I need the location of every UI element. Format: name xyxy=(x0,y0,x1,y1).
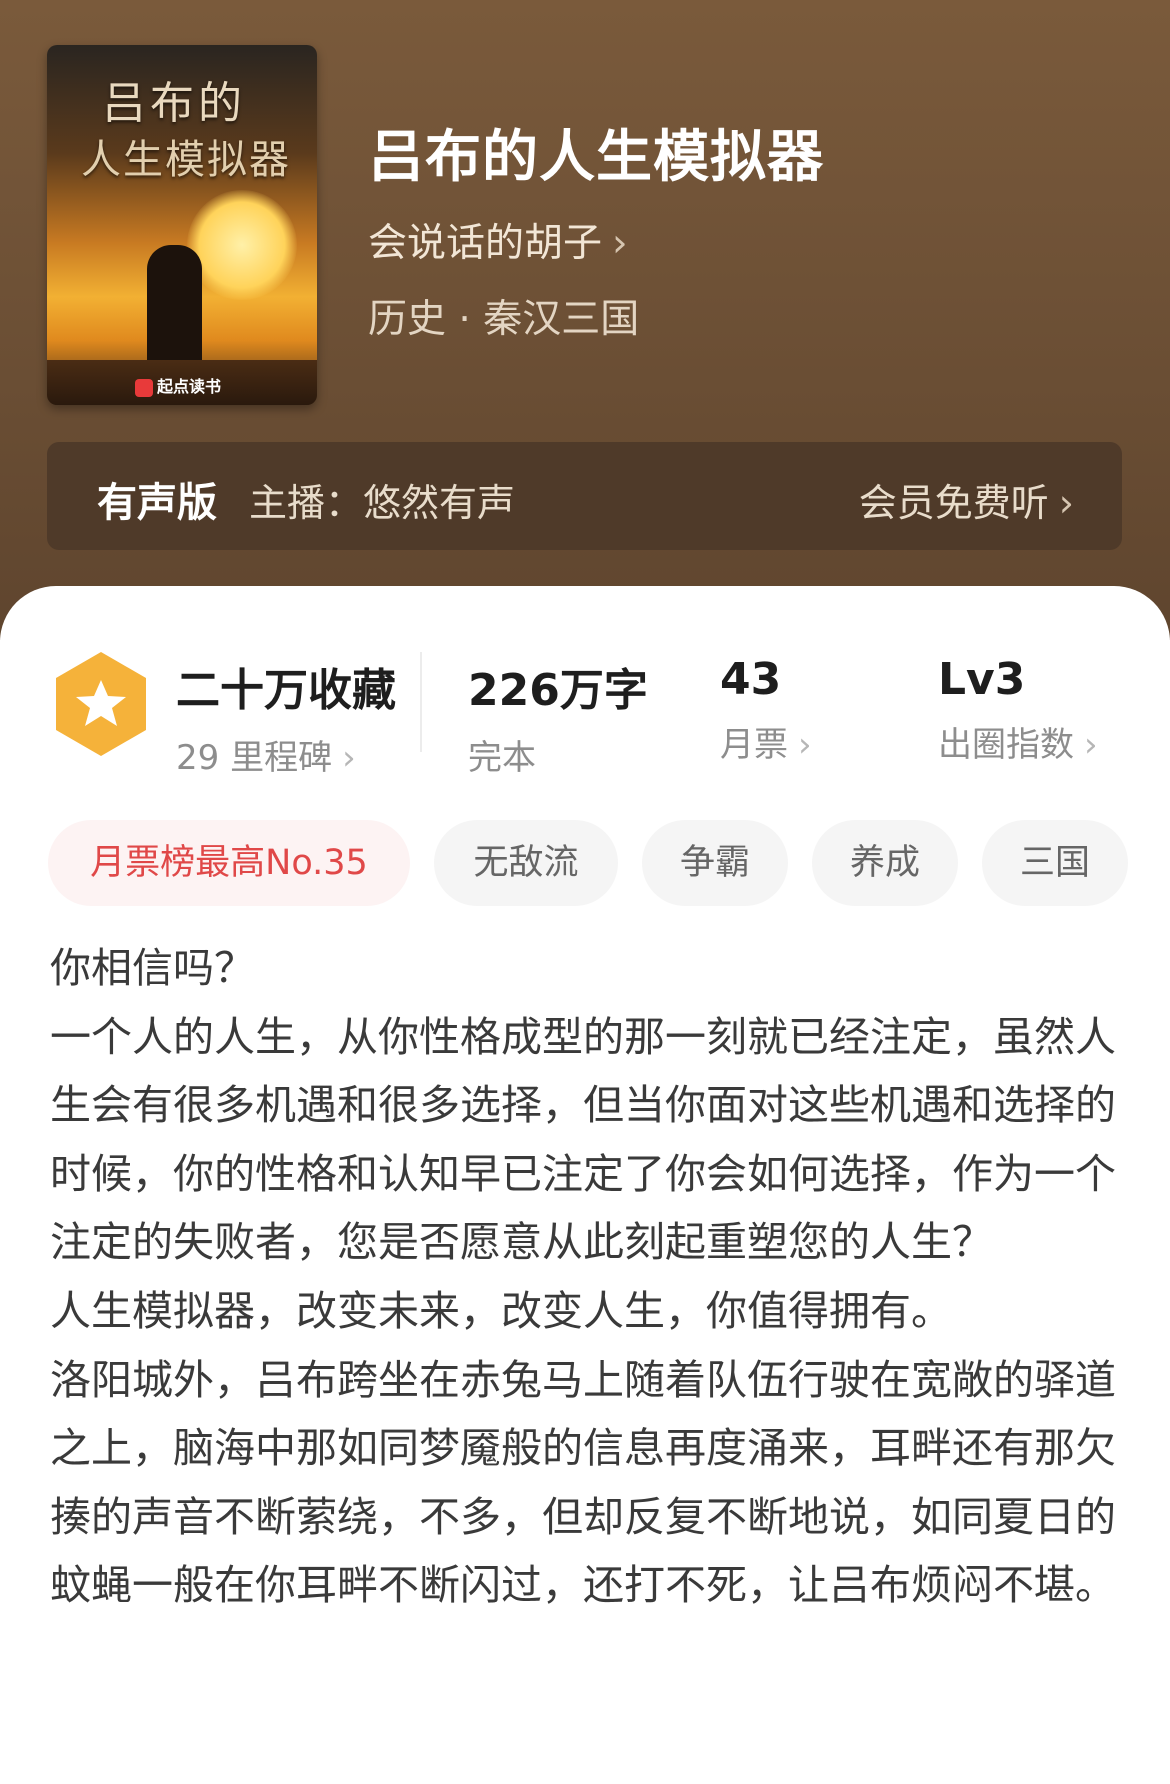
book-header: 吕布的 人生模拟器 起点读书 吕布的人生模拟器 会说话的胡子 › 历史 · 秦汉三… xyxy=(0,0,1170,640)
word-count-stat: 226万字 完本 xyxy=(468,654,648,779)
chevron-right-icon: › xyxy=(1084,725,1098,765)
star-medal-icon xyxy=(56,652,146,756)
tag-nurture[interactable]: 养成 xyxy=(812,820,958,906)
audio-version-label: 有声版 xyxy=(97,480,217,526)
chevron-right-icon: › xyxy=(342,738,356,778)
audio-version-bar[interactable]: 有声版 主播：悠然有声 会员免费听 › xyxy=(47,442,1122,550)
cover-publisher-badge: 起点读书 xyxy=(135,373,221,397)
author-link[interactable]: 会说话的胡子 › xyxy=(368,212,628,268)
member-free-listen-button[interactable]: 会员免费听 › xyxy=(859,472,1074,527)
description-paragraph: 你相信吗？ xyxy=(50,944,255,992)
popularity-index-stat[interactable]: Lv3 出圈指数 › xyxy=(938,654,1098,766)
cover-figure xyxy=(147,245,202,375)
chevron-right-icon: › xyxy=(1058,481,1074,525)
chevron-right-icon: › xyxy=(798,725,812,765)
book-description[interactable]: 你相信吗？ 一个人的人生，从你性格成型的那一刻就已经注定，虽然人生会有很多机遇和… xyxy=(50,934,1120,1620)
tag-three-kingdoms[interactable]: 三国 xyxy=(982,820,1128,906)
milestones-link[interactable]: 29 里程碑 › xyxy=(176,730,396,779)
tag-invincible[interactable]: 无敌流 xyxy=(434,820,618,906)
book-info-card: 二十万收藏 29 里程碑 › 226万字 完本 43 月票 › Lv3 出圈指数 › … xyxy=(0,586,1170,1784)
popularity-level: Lv3 xyxy=(938,654,1026,705)
description-paragraph: 洛阳城外，吕布跨坐在赤兔马上随着队伍行驶在宽敞的驿道之上，脑海中那如同梦魇般的信… xyxy=(50,1355,1116,1610)
description-paragraph: 一个人的人生，从你性格成型的那一刻就已经注定，虽然人生会有很多机遇和很多选择，但… xyxy=(50,1012,1116,1267)
chevron-right-icon: › xyxy=(612,221,628,266)
collection-count: 二十万收藏 xyxy=(176,665,396,716)
monthly-votes-count: 43 xyxy=(720,654,782,705)
book-title: 吕布的人生模拟器 xyxy=(368,125,824,190)
cover-title-line2: 人生模拟器 xyxy=(81,137,291,183)
cover-title-line1: 吕布的 xyxy=(102,78,246,129)
stat-divider xyxy=(420,652,422,752)
word-count: 226万字 xyxy=(468,665,648,716)
milestones-label: 29 里程碑 xyxy=(176,738,333,778)
member-free-listen-label: 会员免费听 xyxy=(858,481,1049,525)
book-cover[interactable]: 吕布的 人生模拟器 起点读书 xyxy=(47,45,317,405)
tag-monthly-rank[interactable]: 月票榜最高No.35 xyxy=(48,820,410,906)
description-paragraph: 人生模拟器，改变未来，改变人生，你值得拥有。 xyxy=(50,1286,952,1335)
monthly-votes-label: 月票 xyxy=(720,725,788,765)
tag-hegemony[interactable]: 争霸 xyxy=(642,820,788,906)
cover-sun xyxy=(187,190,297,300)
audio-host-label: 主播：悠然有声 xyxy=(249,481,516,525)
popularity-index-label: 出圈指数 xyxy=(938,725,1074,765)
monthly-votes-stat[interactable]: 43 月票 › xyxy=(720,654,812,766)
collection-stat[interactable]: 二十万收藏 29 里程碑 › xyxy=(176,654,396,779)
genre-label: 历史 · 秦汉三国 xyxy=(368,297,640,342)
completion-status: 完本 xyxy=(468,738,536,778)
author-name: 会说话的胡子 xyxy=(368,221,603,266)
